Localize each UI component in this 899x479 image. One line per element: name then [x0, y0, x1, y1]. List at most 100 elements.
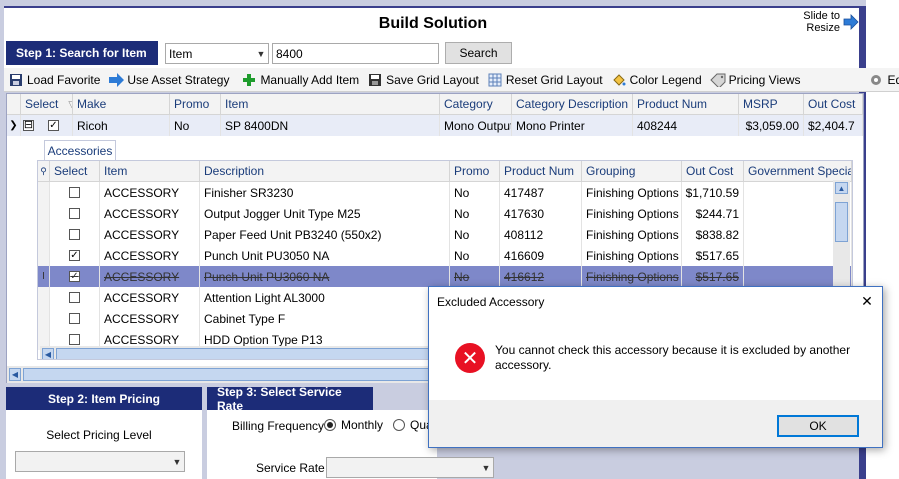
promo-cell: No [450, 224, 500, 245]
radio-monthly[interactable]: Monthly [324, 418, 383, 432]
use-asset-strategy-label: Use Asset Strategy [127, 72, 230, 87]
item-cell: ACCESSORY [100, 203, 200, 224]
row-checkbox[interactable]: ✓ [48, 120, 59, 131]
promo-cell: No [450, 182, 500, 203]
load-favorite-label: Load Favorite [27, 72, 101, 87]
ok-button[interactable]: OK [777, 415, 859, 437]
grouping-cell: Finishing Options [582, 245, 682, 266]
search-input[interactable]: 8400 [272, 43, 439, 64]
row-gutter [38, 224, 50, 245]
table-row[interactable]: I ✓ ACCESSORY Punch Unit PU3060 NA No 416612 F… [38, 266, 852, 287]
pricing-views-button[interactable]: Pricing Views [706, 69, 805, 91]
close-icon[interactable]: ✕ [857, 291, 877, 311]
column-header-government-special[interactable]: Government Special [744, 161, 852, 182]
column-header-item[interactable]: Item [100, 161, 200, 182]
column-header-item[interactable]: Item [221, 94, 440, 115]
search-icon[interactable]: ⚲ [38, 161, 50, 182]
column-header-out-cost[interactable]: Out Cost [804, 94, 863, 115]
plus-icon [241, 72, 257, 88]
row-checkbox[interactable] [69, 208, 80, 219]
column-header-product-num[interactable]: Product Num [633, 94, 739, 115]
out-cost-cell: $2,404.7 [804, 115, 863, 136]
save-grid-layout-button[interactable]: Save Grid Layout [363, 69, 483, 91]
step1-label: Step 1: Search for Item [6, 41, 158, 65]
table-row[interactable]: ✓ ACCESSORY Punch Unit PU3050 NA No 416609 Fi… [38, 245, 852, 266]
search-type-select[interactable]: Item ▼ [165, 43, 269, 64]
column-header-label: Select [25, 97, 59, 111]
billing-frequency-label: Billing Frequency [232, 419, 325, 433]
reset-grid-layout-button[interactable]: Reset Grid Layout [483, 69, 607, 91]
select-cell [50, 224, 100, 245]
chevron-down-icon: ▼ [481, 462, 491, 473]
column-header-select[interactable]: Select▽ [21, 94, 73, 115]
row-checkbox[interactable] [69, 229, 80, 240]
scroll-thumb[interactable] [835, 202, 848, 242]
row-checkbox[interactable]: ✓ [69, 250, 80, 261]
row-checkbox[interactable] [69, 187, 80, 198]
out-cost-cell: $517.65 [682, 266, 744, 287]
row-gutter [38, 308, 50, 329]
table-row[interactable]: ACCESSORY Paper Feed Unit PB3240 (550x2) N… [38, 224, 852, 245]
item-cell: SP 8400DN [221, 115, 440, 136]
scroll-left-icon[interactable]: ◀ [9, 368, 21, 381]
column-header-select[interactable]: Select [50, 161, 100, 182]
column-header-promo[interactable]: Promo [170, 94, 221, 115]
row-pointer-icon: ❯ [7, 115, 21, 136]
product-num-cell: 408112 [500, 224, 582, 245]
radio-monthly-label: Monthly [341, 418, 384, 432]
row-checkbox[interactable]: ✓ [69, 271, 80, 282]
scroll-up-icon[interactable]: ▲ [835, 182, 848, 194]
color-legend-button[interactable]: Color Legend [607, 69, 706, 91]
edit-button[interactable]: Ed [864, 69, 899, 91]
row-checkbox[interactable] [69, 334, 80, 345]
select-cell: ✓ [50, 266, 100, 287]
manually-add-item-button[interactable]: Manually Add Item [237, 69, 363, 91]
table-row[interactable]: ACCESSORY Output Jogger Unit Type M25 No 41… [38, 203, 852, 224]
radio-monthly-dot[interactable] [324, 419, 336, 431]
item-cell: ACCESSORY [100, 266, 200, 287]
make-cell: Ricoh [73, 115, 170, 136]
scroll-thumb[interactable] [23, 368, 443, 381]
grouping-cell: Finishing Options [582, 203, 682, 224]
column-header-grouping[interactable]: Grouping [582, 161, 682, 182]
item-cell: ACCESSORY [100, 224, 200, 245]
column-header-out-cost[interactable]: Out Cost [682, 161, 744, 182]
row-checkbox[interactable] [69, 292, 80, 303]
column-header-promo[interactable]: Promo [450, 161, 500, 182]
main-grid-header: Select▽ Make Promo Item Category Categor… [7, 94, 863, 115]
out-cost-cell: $517.65 [682, 245, 744, 266]
column-header-category-description[interactable]: Category Description [512, 94, 633, 115]
chevron-down-icon: ▼ [172, 456, 182, 467]
service-rate-select[interactable]: ▼ [326, 457, 494, 478]
row-checkbox[interactable] [69, 313, 80, 324]
scroll-left-icon[interactable]: ◀ [42, 348, 54, 359]
step2-label: Step 2: Item Pricing [6, 387, 202, 410]
arrow-right-icon[interactable] [843, 14, 859, 30]
pricing-level-select[interactable]: ▼ [15, 451, 185, 472]
radio-quarterly-dot[interactable] [393, 419, 405, 431]
column-header-product-num[interactable]: Product Num [500, 161, 582, 182]
slide-resize-label: Slide to Resize [803, 10, 840, 34]
manually-add-item-label: Manually Add Item [260, 72, 360, 87]
grouping-cell: Finishing Options [582, 224, 682, 245]
use-asset-strategy-button[interactable]: Use Asset Strategy [104, 69, 233, 91]
column-header-msrp[interactable]: MSRP [739, 94, 804, 115]
description-cell: Output Jogger Unit Type M25 [200, 203, 450, 224]
table-row[interactable]: ❯ ⊟ ✓ Ricoh No SP 8400DN Mono Output Mon… [7, 115, 863, 136]
out-cost-cell: $244.71 [682, 203, 744, 224]
table-row[interactable]: ACCESSORY Finisher SR3230 No 417487 Finishin… [38, 182, 852, 203]
select-cell: ⊟ ✓ [21, 115, 73, 136]
reset-grid-layout-label: Reset Grid Layout [505, 72, 603, 87]
load-favorite-button[interactable]: Load Favorite [4, 69, 104, 91]
category-cell: Mono Output [440, 115, 512, 136]
product-num-cell: 408244 [633, 115, 739, 136]
radio-quarterly[interactable]: Qua [393, 418, 433, 432]
grouping-cell: Finishing Options [582, 182, 682, 203]
column-header-make[interactable]: Make [73, 94, 170, 115]
description-cell: Punch Unit PU3050 NA [200, 245, 450, 266]
expand-toggle[interactable]: ⊟ [23, 120, 34, 131]
column-header-category[interactable]: Category [440, 94, 512, 115]
column-header-description[interactable]: Description [200, 161, 450, 182]
tab-accessories[interactable]: Accessories [44, 140, 116, 161]
search-button[interactable]: Search [445, 42, 512, 64]
